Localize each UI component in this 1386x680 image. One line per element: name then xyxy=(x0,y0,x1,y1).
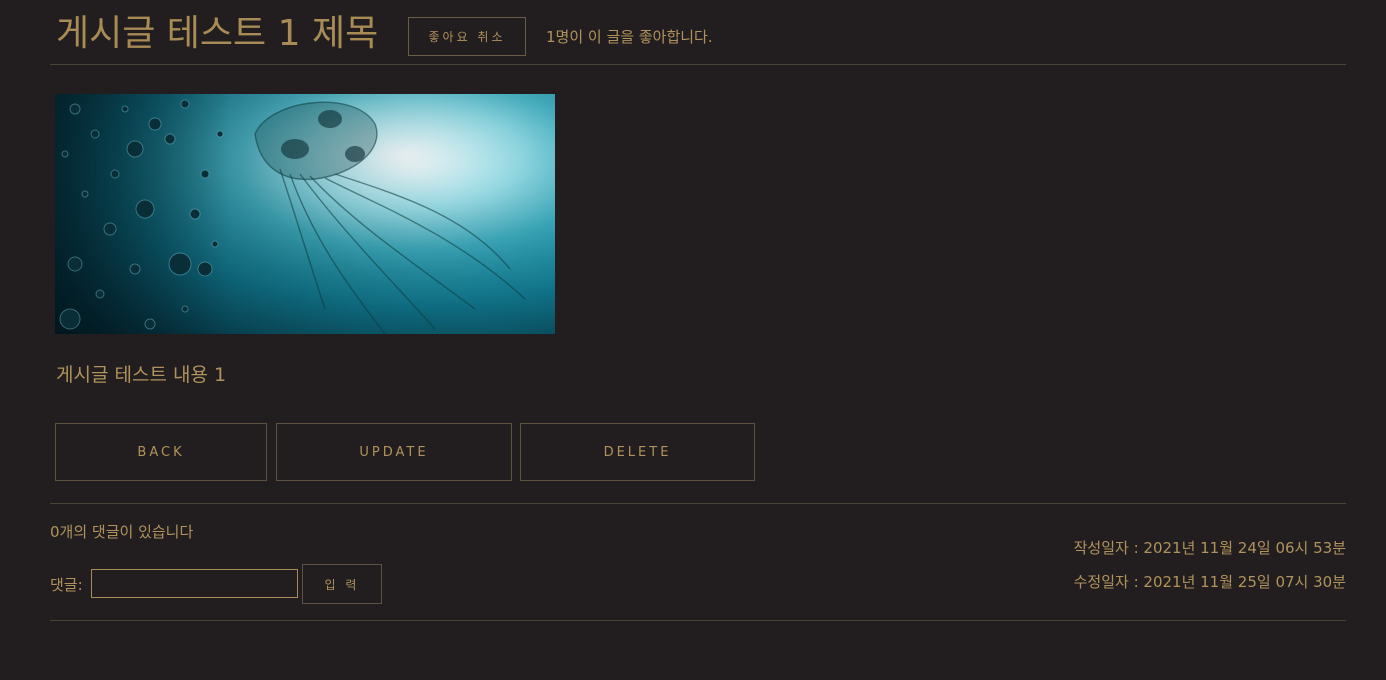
post-title: 게시글 테스트 1 제목 xyxy=(56,13,379,54)
like-count-text: 1명이 이 글을 좋아합니다. xyxy=(546,28,713,46)
modified-date: 수정일자 : 2021년 11월 25일 07시 30분 xyxy=(1073,573,1346,591)
post-detail-page: 게시글 테스트 1 제목 좋아요 취소 1명이 이 글을 좋아합니다. 게시글 … xyxy=(0,0,1386,680)
footer-divider xyxy=(50,620,1346,621)
post-image-jellyfish xyxy=(55,94,555,334)
content-divider xyxy=(50,503,1346,504)
back-button[interactable]: BACK xyxy=(55,423,267,481)
comment-submit-button[interactable]: 입 력 xyxy=(302,564,382,604)
update-button[interactable]: UPDATE xyxy=(276,423,512,481)
unlike-button[interactable]: 좋아요 취소 xyxy=(408,17,526,56)
comment-input[interactable] xyxy=(91,569,298,598)
comment-count: 0개의 댓글이 있습니다 xyxy=(50,523,194,541)
created-date: 작성일자 : 2021년 11월 24일 06시 53분 xyxy=(1073,539,1346,557)
post-header: 게시글 테스트 1 제목 좋아요 취소 1명이 이 글을 좋아합니다. xyxy=(50,0,1346,65)
post-content: 게시글 테스트 내용 1 xyxy=(56,364,227,386)
comment-label: 댓글: xyxy=(50,576,83,594)
delete-button[interactable]: DELETE xyxy=(520,423,755,481)
